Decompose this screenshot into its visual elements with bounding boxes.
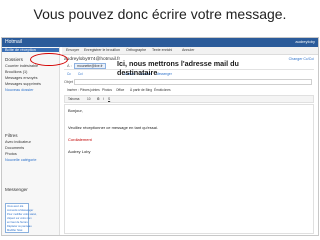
promo-line: Pour modifier votre statut,: [7, 213, 37, 216]
brand-logo[interactable]: Hotmail: [5, 39, 22, 45]
spellcheck-button[interactable]: Orthographe: [126, 48, 146, 52]
cancel-button[interactable]: Annuler: [182, 48, 194, 52]
office-button[interactable]: Office: [116, 88, 124, 92]
bold-button[interactable]: G: [97, 97, 99, 101]
sidebar-item-sent[interactable]: Messages envoyés: [5, 76, 38, 80]
account-name[interactable]: audreyloby: [295, 39, 315, 44]
font-size-select[interactable]: 10: [87, 97, 91, 101]
command-bar: Envoyer Enregistrer le brouillon Orthogr…: [62, 47, 318, 55]
sidebar-item-inbox[interactable]: Boîte de réception: [2, 48, 59, 52]
from-address: audreyloby974@hotmail.fr: [64, 57, 121, 62]
font-select[interactable]: Tahoma: [68, 97, 79, 101]
sidebar-item-documents[interactable]: Documents: [5, 146, 24, 150]
views-heading[interactable]: Filtres: [5, 133, 18, 138]
folders-heading[interactable]: Dossiers: [5, 57, 23, 62]
annotation-line: destinataire: [117, 68, 158, 77]
promo-line: Vous avez été: [7, 205, 24, 208]
underline-button[interactable]: S: [108, 97, 110, 101]
subject-input[interactable]: [74, 79, 312, 85]
messenger-heading[interactable]: Messenger: [5, 187, 28, 192]
promo-status-link[interactable]: Modifier l'état: [7, 229, 22, 232]
body-line: Audrey Loby: [68, 149, 91, 154]
sidebar-item-junk[interactable]: Courrier indésirable: [5, 64, 38, 68]
top-bar: Hotmail audreyloby: [2, 38, 318, 47]
bcc-link[interactable]: Cci: [78, 72, 83, 76]
rich-text-button[interactable]: Texte enrichi: [152, 48, 172, 52]
insert-label: Insérer :: [67, 88, 79, 92]
cc-link[interactable]: Cc: [67, 72, 71, 76]
recipient-chip[interactable]: mounette@live.fr: [74, 63, 106, 69]
sidebar-item-photos[interactable]: Photos: [5, 152, 17, 156]
annotation-line: Ici, nous mettrons l'adresse mail du: [117, 59, 239, 68]
attachments-button[interactable]: Pièces jointes: [80, 88, 100, 92]
insert-row: Insérer : Pièces jointes Photos Office À…: [64, 87, 314, 94]
slide-title: Vous pouvez donc écrire votre message.: [33, 6, 287, 22]
body-line: Bonjour,: [68, 108, 83, 113]
save-draft-button[interactable]: Enregistrer le brouillon: [84, 48, 120, 52]
sidebar-item-deleted[interactable]: Messages supprimés: [5, 82, 41, 86]
message-body[interactable]: Bonjour, Veuillez réceptionner ce messag…: [64, 104, 314, 234]
emoticons-button[interactable]: Émoticônes: [154, 88, 171, 92]
promo-line: connecté à Messenger: [7, 209, 34, 212]
italic-button[interactable]: I: [103, 97, 104, 101]
body-line: Veuillez réceptionner ce message en tant…: [68, 125, 158, 130]
new-folder-link[interactable]: Nouveau dossier: [5, 88, 34, 92]
format-toolbar: Tahoma 10 G I S: [64, 95, 314, 103]
sidebar-item-flagged[interactable]: Avec indicateur: [5, 140, 31, 144]
promo-move-link[interactable]: Déplacer ce panneau: [7, 225, 32, 228]
recipient-highlight: [30, 53, 68, 66]
messenger-panel: Vous avez été connecté à Messenger Pour …: [5, 203, 37, 233]
new-category-link[interactable]: Nouvelle catégorie: [5, 158, 36, 162]
switch-cc-link[interactable]: Changer Cc/Cci: [289, 57, 314, 61]
sidebar: Boîte de réception Dossiers Courrier ind…: [2, 47, 60, 235]
promo-line: cliquez sur votre nom: [7, 217, 32, 220]
body-line: Cordialement: [68, 137, 92, 142]
bing-button[interactable]: À partir de Bing: [130, 88, 152, 92]
send-button[interactable]: Envoyer: [66, 48, 79, 52]
promo-line: en haut de l'écran.: [7, 221, 29, 224]
annotation-text: Ici, nous mettrons l'adresse mail du des…: [117, 59, 267, 77]
to-label: À :: [67, 64, 72, 68]
photos-button[interactable]: Photos: [102, 88, 112, 92]
sidebar-item-drafts[interactable]: Brouillons (1): [5, 70, 27, 74]
